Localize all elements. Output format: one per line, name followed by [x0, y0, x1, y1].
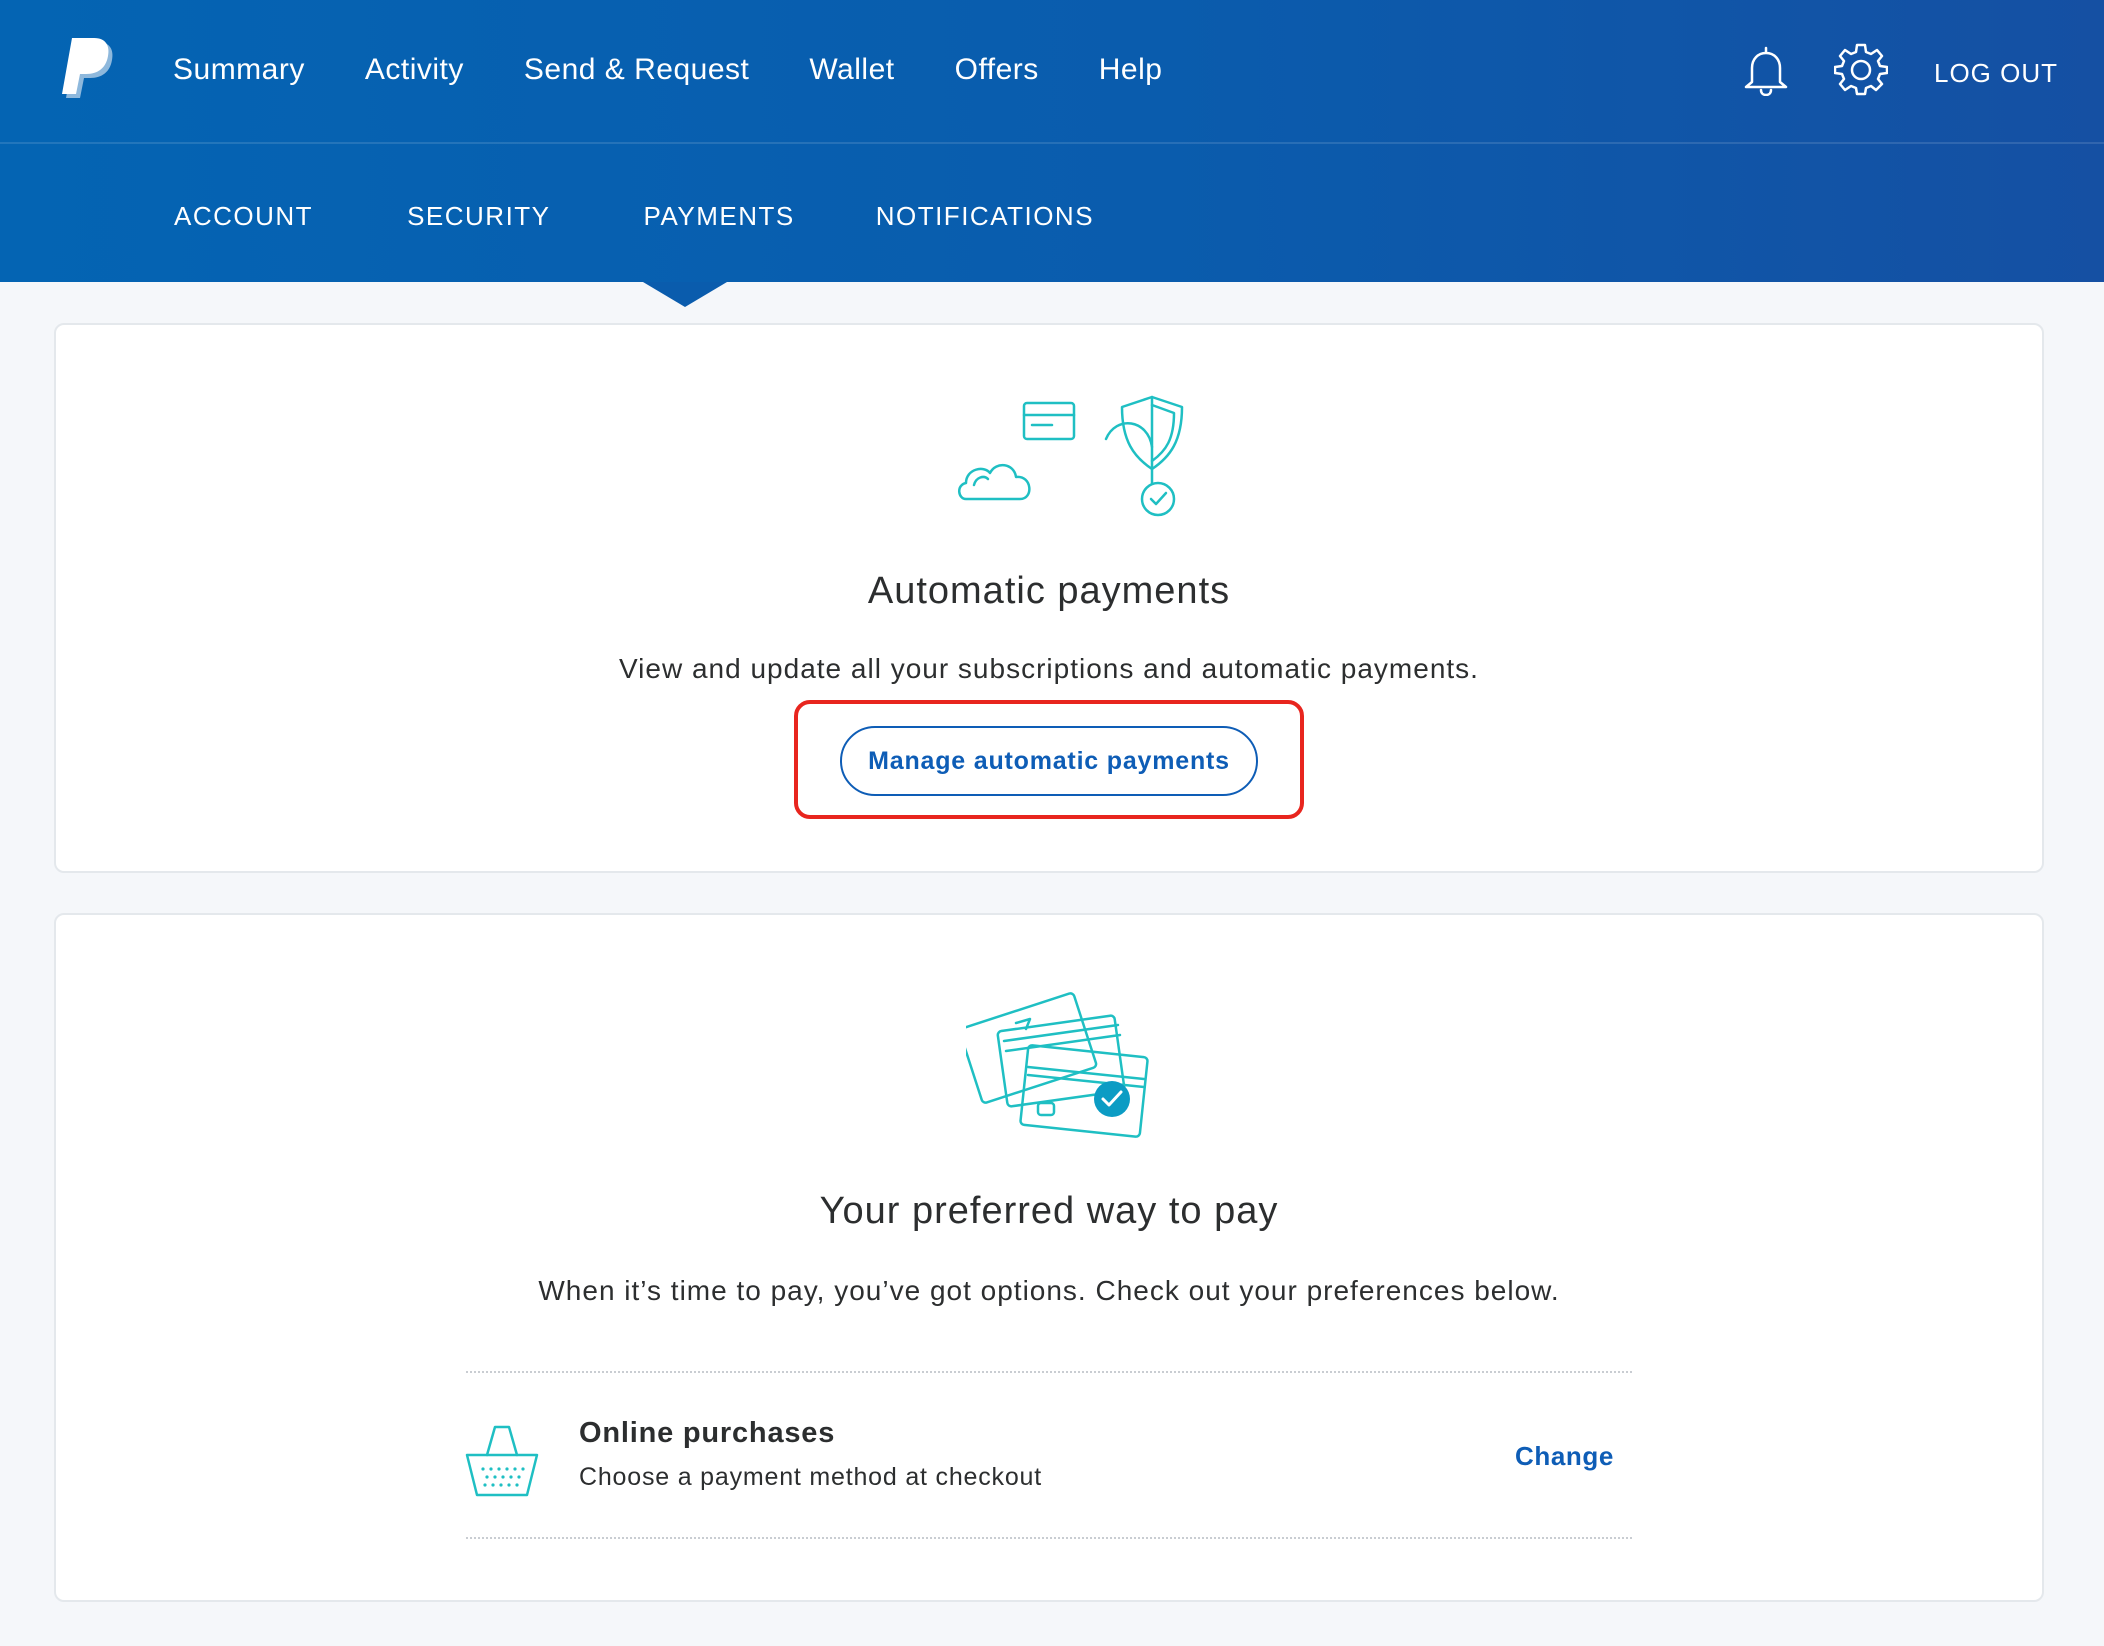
- preferred-payment-description: When it’s time to pay, you’ve got option…: [538, 1275, 1560, 1306]
- divider: [466, 1371, 1632, 1373]
- paypal-logo[interactable]: [62, 38, 118, 102]
- gear-icon[interactable]: [1834, 42, 1888, 96]
- basket-icon: [465, 1425, 539, 1497]
- manage-automatic-payments-button[interactable]: Manage automatic payments: [840, 726, 1258, 796]
- bell-icon[interactable]: [1742, 44, 1790, 96]
- divider: [466, 1537, 1632, 1539]
- nav-help[interactable]: Help: [1099, 48, 1163, 92]
- tab-payments[interactable]: PAYMENTS: [644, 196, 795, 236]
- preferred-payment-card: Your preferred way to pay When it’s time…: [54, 913, 2044, 1602]
- main-nav: Summary Activity Send & Request Wallet O…: [173, 48, 1222, 92]
- online-purchases-title: Online purchases: [579, 1417, 836, 1449]
- logout-link[interactable]: LOG OUT: [1934, 55, 2058, 91]
- preferred-payment-title: Your preferred way to pay: [819, 1190, 1279, 1232]
- automatic-payments-card: Automatic payments View and update all y…: [54, 323, 2044, 873]
- automatic-payments-title: Automatic payments: [867, 570, 1231, 612]
- payments-illustration: [958, 395, 1184, 517]
- tab-notifications[interactable]: NOTIFICATIONS: [876, 196, 1094, 236]
- tab-security[interactable]: SECURITY: [407, 196, 550, 236]
- nav-wallet[interactable]: Wallet: [809, 48, 894, 92]
- tab-account[interactable]: ACCOUNT: [174, 196, 313, 236]
- online-purchases-subtitle: Choose a payment method at checkout: [579, 1463, 1042, 1491]
- settings-tabs: ACCOUNT SECURITY PAYMENTS NOTIFICATIONS: [174, 196, 1094, 236]
- cards-illustration: [966, 992, 1149, 1138]
- nav-activity[interactable]: Activity: [365, 48, 464, 92]
- top-nav-bar: Summary Activity Send & Request Wallet O…: [0, 0, 2104, 144]
- automatic-payments-description: View and update all your subscriptions a…: [619, 653, 1479, 684]
- change-link[interactable]: Change: [1515, 1441, 1614, 1472]
- nav-offers[interactable]: Offers: [955, 48, 1039, 92]
- nav-send-request[interactable]: Send & Request: [524, 48, 749, 92]
- header: Summary Activity Send & Request Wallet O…: [0, 0, 2104, 282]
- active-tab-indicator: [643, 282, 727, 307]
- nav-summary[interactable]: Summary: [173, 48, 305, 92]
